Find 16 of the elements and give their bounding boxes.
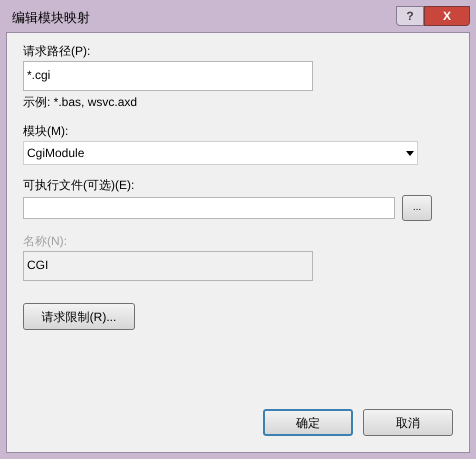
module-dropdown[interactable]: CgiModule bbox=[23, 141, 418, 165]
field-label: 名称(N): bbox=[23, 233, 68, 250]
dropdown-arrow-icon bbox=[406, 150, 414, 156]
hint-text: 示例: *.bas, wsvc.axd bbox=[23, 94, 138, 111]
ok-button[interactable]: 确定 bbox=[263, 409, 353, 436]
restrictions-button[interactable]: 请求限制(R)... bbox=[23, 303, 135, 330]
field-label: 模块(M): bbox=[23, 123, 70, 140]
field-label: 可执行文件(可选)(E): bbox=[23, 177, 136, 194]
browse-button[interactable]: ... bbox=[402, 195, 432, 221]
field-label: 请求路径(P): bbox=[23, 43, 92, 60]
cancel-button[interactable]: 取消 bbox=[363, 409, 453, 436]
input-field[interactable]: *.cgi bbox=[23, 61, 313, 91]
input-field[interactable] bbox=[23, 197, 395, 219]
help-button[interactable]: ? bbox=[396, 6, 424, 26]
close-button[interactable]: X bbox=[424, 6, 470, 26]
window-title: 编辑模块映射 bbox=[12, 9, 90, 28]
